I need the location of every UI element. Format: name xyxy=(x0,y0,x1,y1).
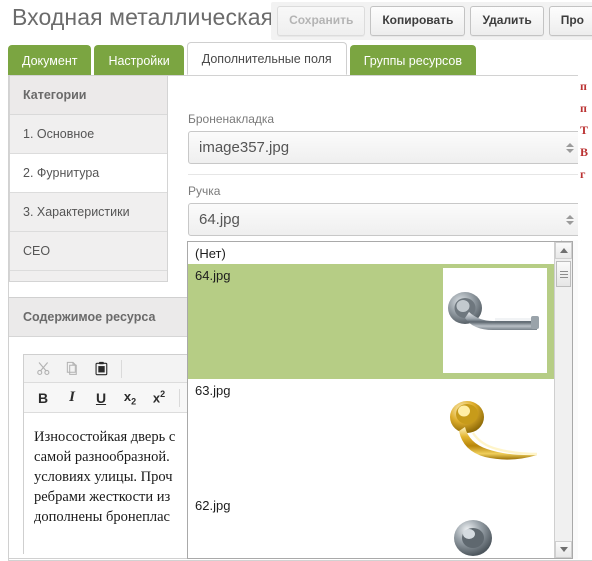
strip-line: п xyxy=(580,79,587,93)
categories-sidebar: Категории 1. Основное 2. Фурнитура 3. Ха… xyxy=(9,76,168,282)
scroll-down-button[interactable] xyxy=(555,541,572,558)
underline-button[interactable]: U xyxy=(88,387,114,408)
tab-document[interactable]: Документ xyxy=(8,45,92,75)
fields-area: Броненакладка image357.jpg Ручка 64.jpg xyxy=(188,112,584,245)
background-code-strip: п п Т В г xyxy=(578,75,592,559)
chevron-up-icon xyxy=(559,248,568,253)
strip-line: В xyxy=(580,145,589,159)
copy-icon[interactable] xyxy=(59,358,85,379)
select-ruchka[interactable]: 64.jpg xyxy=(188,203,584,236)
sidebar-spacer xyxy=(10,271,167,281)
stepper-arrows-icon[interactable] xyxy=(566,214,574,225)
scroll-up-button[interactable] xyxy=(555,242,572,259)
tab-settings[interactable]: Настройки xyxy=(94,45,184,75)
select-bronenakladka[interactable]: image357.jpg xyxy=(188,131,584,164)
bold-button[interactable]: B xyxy=(30,387,56,408)
field-divider xyxy=(188,174,584,175)
copy-button[interactable]: Копировать xyxy=(370,6,466,36)
toolbar-divider xyxy=(121,359,122,378)
chrome-lever-handle-thumbnail xyxy=(443,268,547,373)
dropdown-options: (Нет) 64.jpg 63.jpg 62.jpg xyxy=(188,242,555,558)
chevron-down-icon xyxy=(559,547,568,552)
strip-line: Т xyxy=(580,123,589,137)
categories-header: Категории xyxy=(10,76,167,115)
tab-bar: Документ Настройки Дополнительные поля Г… xyxy=(8,42,477,75)
cut-icon[interactable] xyxy=(30,358,56,379)
grip-icon xyxy=(559,269,568,280)
sidebar-item-osnovnoe[interactable]: 1. Основное xyxy=(10,115,167,154)
preview-button[interactable]: Про xyxy=(548,6,592,36)
dropdown-option-label: 64.jpg xyxy=(195,268,231,283)
strip-line: г xyxy=(580,167,586,181)
tab-additional-fields[interactable]: Дополнительные поля xyxy=(186,42,347,75)
field-ruchka: Ручка 64.jpg xyxy=(188,184,584,236)
tab-resource-groups[interactable]: Группы ресурсов xyxy=(349,45,477,75)
sidebar-item-harakteristiki[interactable]: 3. Характеристики xyxy=(10,193,167,232)
select-value: image357.jpg xyxy=(199,139,290,156)
dropdown-option-none[interactable]: (Нет) xyxy=(188,242,555,264)
superscript-button[interactable]: x2 xyxy=(146,387,172,408)
toolbar-divider xyxy=(179,388,180,407)
field-bronenakladka: Броненакладка image357.jpg xyxy=(188,112,584,164)
dropdown-option-label: 62.jpg xyxy=(195,498,231,513)
toolbar-actions: Сохранить Копировать Удалить Про xyxy=(271,2,592,40)
dropdown-option-62[interactable]: 62.jpg xyxy=(188,494,555,558)
dropdown-option-label: 63.jpg xyxy=(195,383,231,398)
strip-line: п xyxy=(580,101,587,115)
save-button[interactable]: Сохранить xyxy=(277,6,366,36)
ruchka-dropdown-list[interactable]: (Нет) 64.jpg 63.jpg 62.jpg xyxy=(187,241,573,559)
paste-icon[interactable] xyxy=(88,358,114,379)
italic-button[interactable]: I xyxy=(59,387,85,408)
sidebar-item-ceo[interactable]: CEO xyxy=(10,232,167,271)
scrollbar-thumb[interactable] xyxy=(556,261,571,287)
chrome-knob-handle-thumbnail xyxy=(443,498,547,558)
dropdown-option-64[interactable]: 64.jpg xyxy=(188,264,555,379)
select-value: 64.jpg xyxy=(199,211,240,228)
gold-lever-handle-thumbnail xyxy=(443,383,547,488)
delete-button[interactable]: Удалить xyxy=(470,6,544,36)
stepper-arrows-icon[interactable] xyxy=(566,142,574,153)
field-label: Ручка xyxy=(188,184,221,198)
sidebar-item-furnitura[interactable]: 2. Фурнитура xyxy=(10,154,167,193)
field-label: Броненакладка xyxy=(188,112,275,126)
subscript-button[interactable]: x2 xyxy=(117,387,143,408)
dropdown-option-63[interactable]: 63.jpg xyxy=(188,379,555,494)
dropdown-scrollbar[interactable] xyxy=(554,242,572,558)
